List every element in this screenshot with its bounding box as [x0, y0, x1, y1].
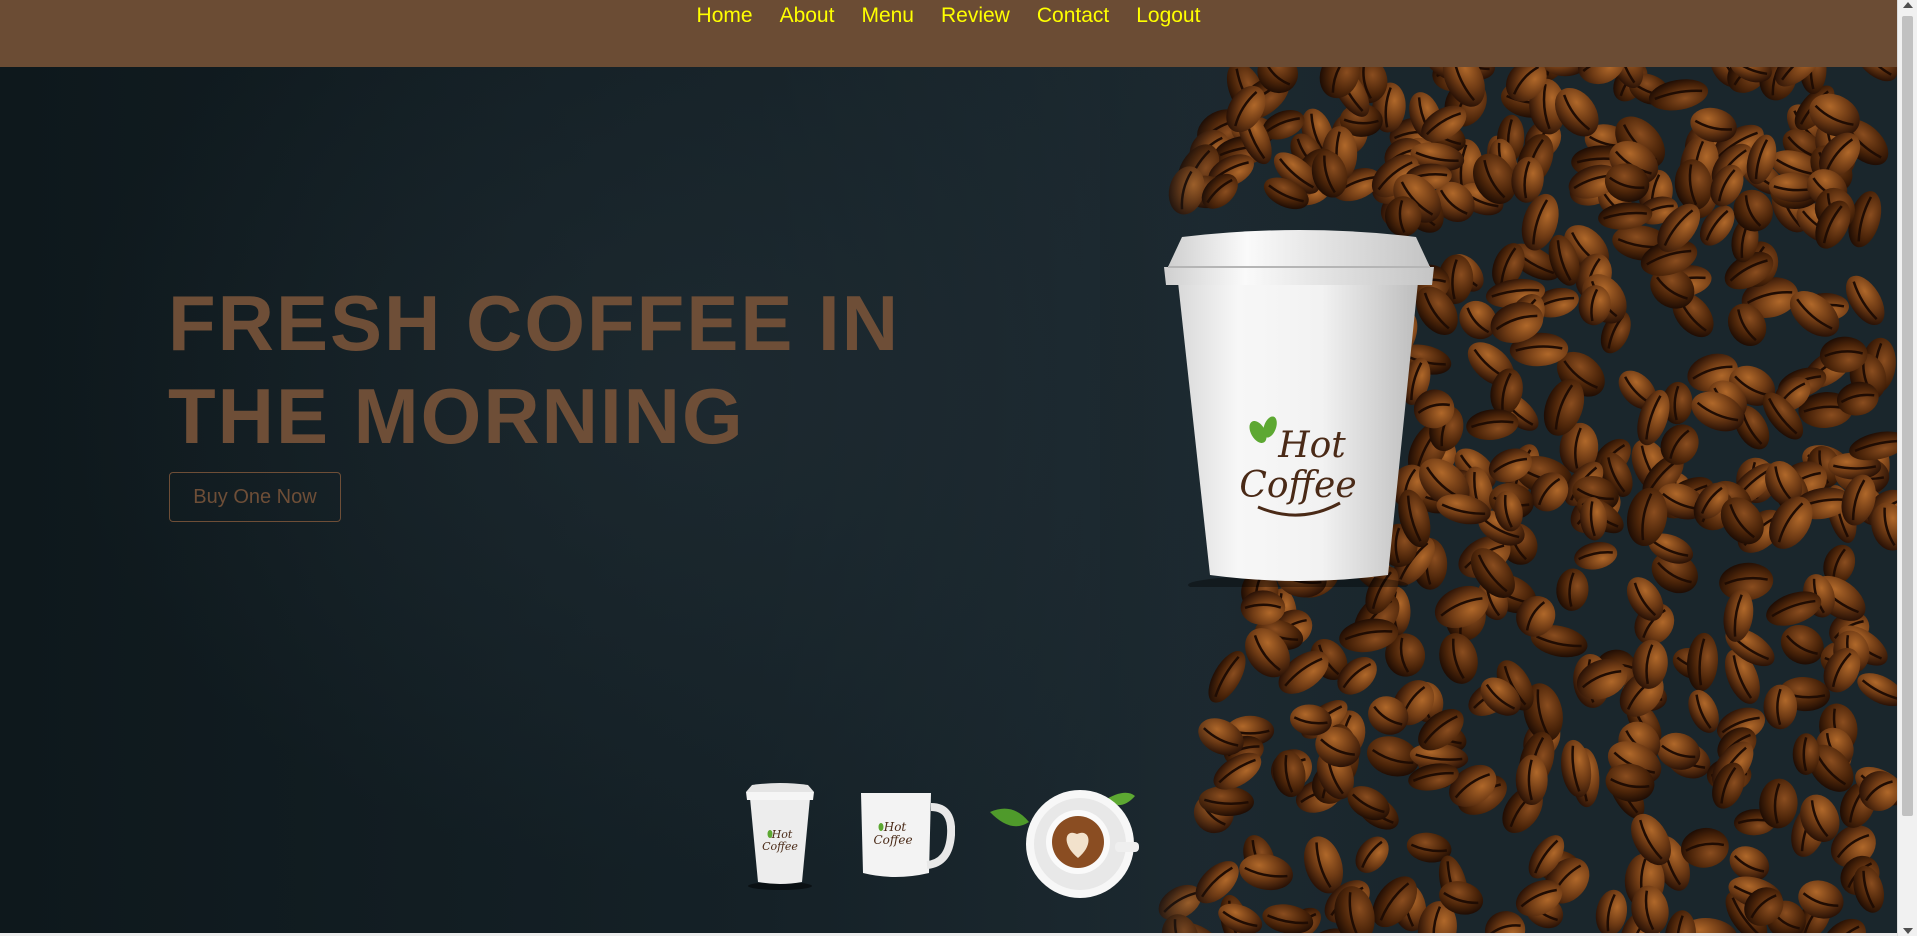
- hero-section: FRESH COFFEE IN THE MORNING Buy One Now: [0, 67, 1897, 936]
- scroll-down-arrow-icon[interactable]: [1903, 928, 1913, 934]
- navbar: Home About Menu Review Contact Logout: [0, 0, 1897, 67]
- nav-contact-link[interactable]: Contact: [1023, 4, 1122, 27]
- scrollbar-thumb[interactable]: [1902, 16, 1913, 816]
- nav-menu-link[interactable]: Menu: [848, 4, 928, 27]
- hero-title-line-1: FRESH COFFEE IN: [168, 279, 901, 367]
- hot-coffee-logo: Hot Coffee: [1239, 416, 1357, 517]
- nav-logout-link[interactable]: Logout: [1123, 4, 1214, 27]
- cup-logo-hot-text: Hot: [1277, 425, 1346, 466]
- latte-cup-icon[interactable]: [985, 782, 1140, 902]
- thumb-2-logo-hot: Hot: [883, 820, 907, 834]
- page: Home About Menu Review Contact Logout FR…: [0, 0, 1917, 936]
- hero-title: FRESH COFFEE IN THE MORNING: [168, 277, 988, 463]
- paper-cup-icon[interactable]: Hot Coffee: [740, 780, 820, 890]
- vertical-scrollbar[interactable]: [1897, 0, 1917, 936]
- cup-logo-coffee-text: Coffee: [1239, 465, 1356, 506]
- thumb-1-logo-coffee: Coffee: [762, 840, 798, 853]
- mug-icon[interactable]: Hot Coffee: [855, 787, 955, 887]
- nav-about-link[interactable]: About: [766, 4, 848, 27]
- nav-review-link[interactable]: Review: [927, 4, 1023, 27]
- hot-coffee-cup-image: Hot Coffee: [1164, 230, 1434, 587]
- nav-list: Home About Menu Review Contact Logout: [0, 4, 1897, 27]
- hero-title-line-2: THE MORNING: [168, 372, 745, 460]
- buy-one-now-button[interactable]: Buy One Now: [169, 472, 341, 522]
- scroll-up-arrow-icon[interactable]: [1903, 2, 1913, 8]
- nav-home-link[interactable]: Home: [683, 4, 766, 27]
- thumb-2-logo-coffee: Coffee: [873, 833, 912, 847]
